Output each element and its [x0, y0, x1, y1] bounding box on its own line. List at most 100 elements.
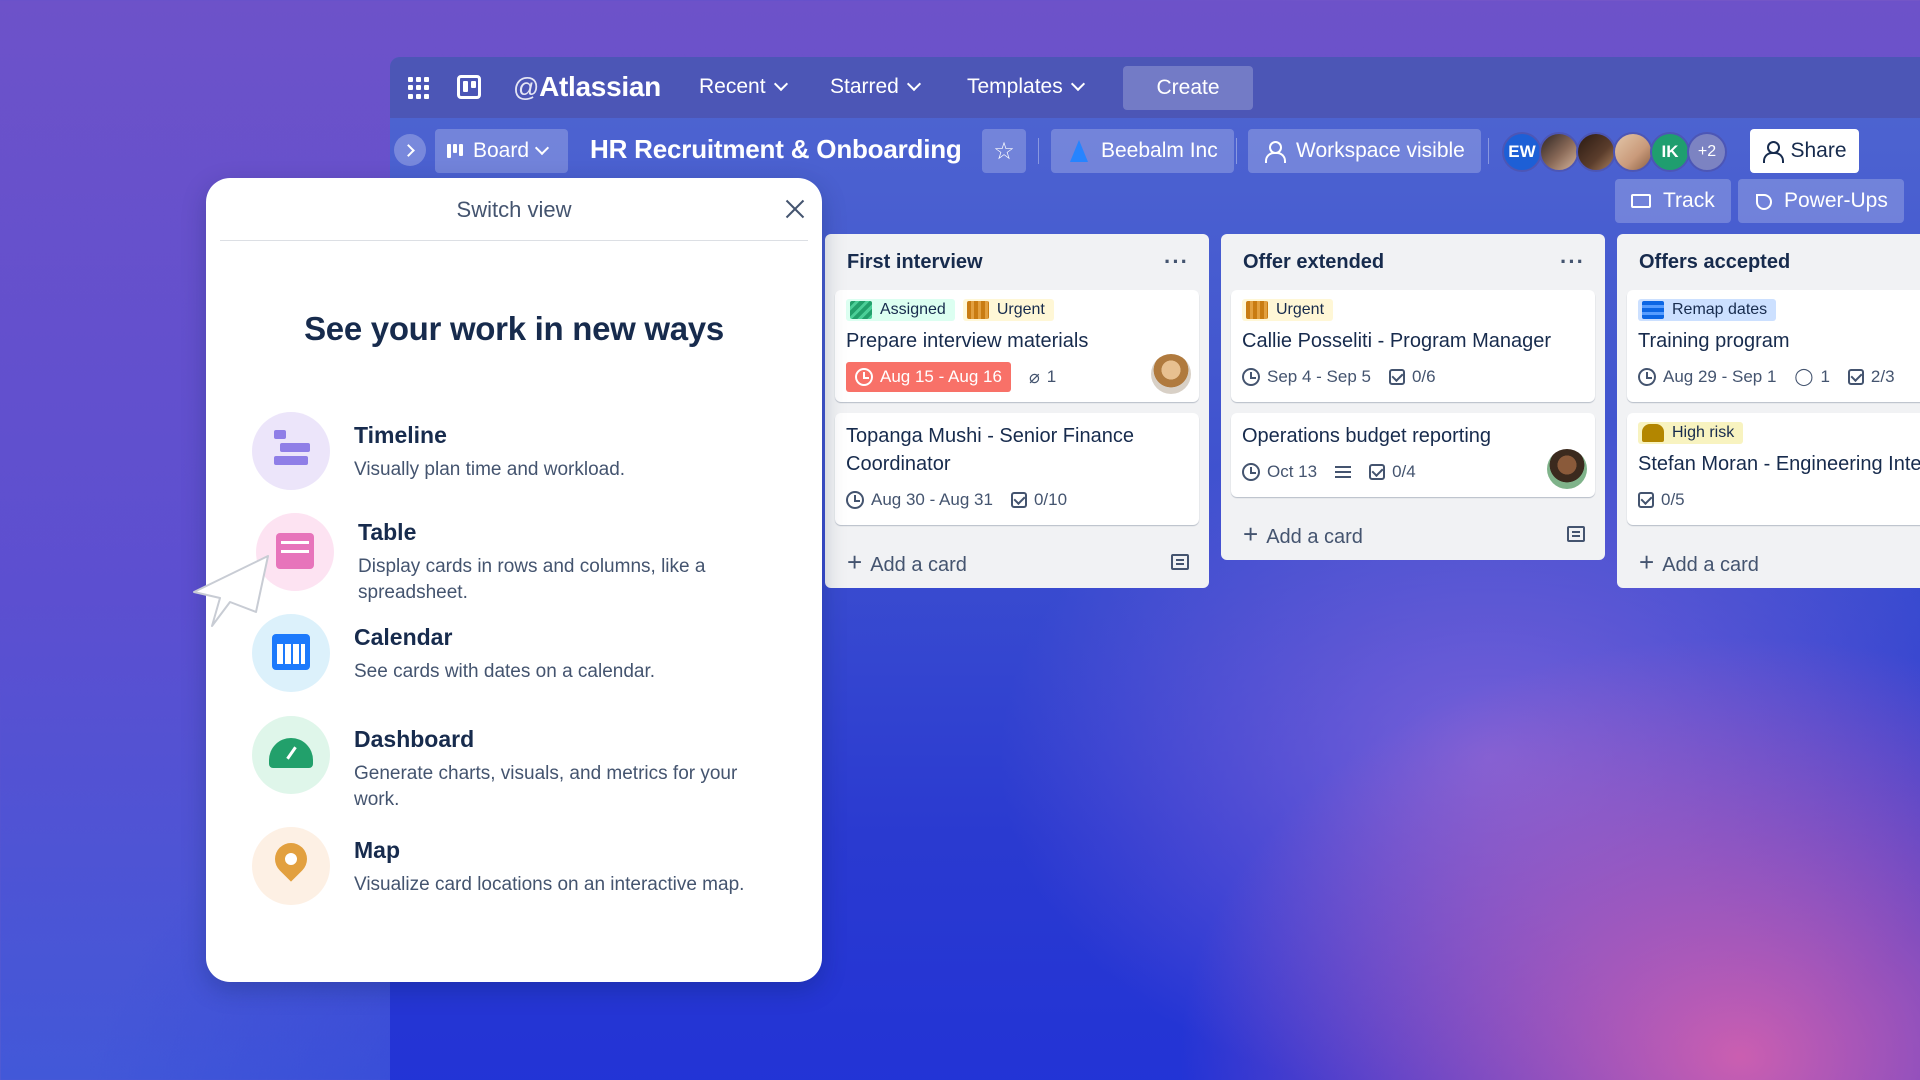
card[interactable]: High risk Stefan Moran - Engineering Int… [1627, 413, 1920, 525]
avatar[interactable]: EW [1502, 132, 1542, 172]
view-option-calendar[interactable]: Calendar See cards with dates on a calen… [252, 614, 782, 692]
member-avatars[interactable]: EW IK +2 [1502, 132, 1727, 172]
due-date: Aug 15 - Aug 16 [880, 367, 1002, 386]
card[interactable]: Topanga Mushi - Senior Finance Coordinat… [835, 413, 1199, 525]
card-title: Stefan Moran - Engineering Intern [1638, 453, 1920, 475]
checklist-icon [1388, 369, 1405, 385]
card-title: Callie Posseliti - Program Manager [1242, 330, 1552, 352]
dates-badge: Aug 30 - Aug 31 [846, 490, 993, 510]
view-option-timeline[interactable]: Timeline Visually plan time and workload… [252, 412, 782, 490]
view-name: Map [354, 837, 400, 863]
clock-icon [1242, 368, 1260, 386]
card-badges: Oct 13 0/4 [1242, 458, 1584, 486]
power-ups-button[interactable]: Power-Ups [1738, 179, 1904, 223]
label-pattern-icon [1642, 301, 1664, 319]
list-offer-extended: Offer extended ··· Urgent Callie Posseli… [1221, 234, 1605, 560]
checklist-count: 2/3 [1870, 367, 1895, 386]
card-badges: Sep 4 - Sep 5 0/6 [1242, 363, 1584, 391]
list-header: Offers accepted [1627, 234, 1920, 290]
card-template-icon[interactable] [1567, 526, 1585, 542]
checklist-badge: 0/5 [1638, 490, 1685, 510]
board-view-button[interactable]: Board [435, 129, 568, 173]
clock-icon [846, 491, 864, 509]
panel-header: Switch view [206, 178, 822, 242]
share-button[interactable]: Share [1750, 129, 1859, 173]
card-badges: Aug 15 - Aug 16 ⌀ 1 [846, 362, 1188, 392]
member-avatar[interactable] [1547, 449, 1587, 489]
checklist-badge: 2/3 [1847, 367, 1895, 387]
chevron-right-icon [402, 143, 415, 157]
card-title: Prepare interview materials [846, 330, 1089, 352]
plus-icon: + [1243, 518, 1259, 549]
menu-templates[interactable]: Templates [967, 75, 1085, 99]
card-title: Training program [1638, 330, 1790, 352]
star-board-button[interactable]: ☆ [982, 129, 1026, 173]
list-header: First interview ··· [835, 234, 1199, 290]
card-template-icon[interactable] [1171, 554, 1189, 570]
card[interactable]: Operations budget reporting Oct 13 0/4 [1231, 413, 1595, 497]
view-name: Table [358, 519, 417, 545]
board-title[interactable]: HR Recruitment & Onboarding [590, 134, 962, 165]
checklist-count: 0/5 [1661, 490, 1685, 509]
view-option-dashboard[interactable]: Dashboard Generate charts, visuals, and … [252, 716, 782, 813]
header-divider [1236, 138, 1237, 164]
more-members-badge[interactable]: +2 [1687, 132, 1727, 172]
menu-recent-label: Recent [699, 75, 766, 98]
label-high-risk[interactable]: High risk [1638, 422, 1744, 444]
track-button[interactable]: Track [1615, 179, 1731, 223]
plus-icon: + [847, 546, 863, 577]
label-urgent[interactable]: Urgent [962, 299, 1054, 321]
more-icon[interactable]: ··· [1560, 249, 1585, 275]
card-badges: Aug 29 - Sep 1 ◯ 1 2/3 [1638, 363, 1920, 391]
app-switcher-icon[interactable] [408, 77, 430, 99]
comments-badge: ◯ 1 [1794, 367, 1830, 387]
attachment-count: 1 [1046, 367, 1057, 386]
trello-logo-icon[interactable] [457, 75, 481, 99]
view-option-map[interactable]: Map Visualize card locations on an inter… [252, 827, 782, 905]
expand-sidebar-button[interactable] [394, 134, 426, 166]
track-label: Track [1663, 189, 1715, 212]
card[interactable]: Remap dates Training program Aug 29 - Se… [1627, 290, 1920, 402]
create-button[interactable]: Create [1123, 66, 1253, 110]
menu-recent[interactable]: Recent [699, 75, 788, 99]
due-date-badge[interactable]: Aug 15 - Aug 16 [846, 362, 1011, 392]
member-avatar[interactable] [1151, 354, 1191, 394]
label-remap-dates[interactable]: Remap dates [1638, 299, 1777, 321]
avatar[interactable] [1576, 132, 1616, 172]
card[interactable]: Urgent Callie Posseliti - Program Manage… [1231, 290, 1595, 402]
visibility-icon [1264, 141, 1286, 163]
list-title[interactable]: Offers accepted [1639, 251, 1790, 274]
view-option-table[interactable]: Table Display cards in rows and columns,… [256, 513, 782, 606]
add-card-button[interactable]: + Add a card [1243, 519, 1363, 550]
label-pattern-icon [1246, 301, 1268, 319]
brand-at: @ [513, 72, 540, 102]
avatar[interactable] [1539, 132, 1579, 172]
description-icon [1335, 466, 1352, 478]
more-icon[interactable]: ··· [1164, 249, 1189, 275]
add-card-button[interactable]: + Add a card [847, 547, 967, 578]
workspace-button[interactable]: Beebalm Inc [1051, 129, 1234, 173]
label-assigned[interactable]: Assigned [846, 299, 955, 321]
checklist-badge: 0/4 [1369, 462, 1416, 482]
card-badges: Aug 30 - Aug 31 0/10 [846, 486, 1188, 514]
list-title[interactable]: Offer extended [1243, 251, 1384, 274]
close-icon[interactable] [782, 196, 808, 222]
add-card-button[interactable]: + Add a card [1639, 547, 1759, 578]
card-labels: High risk [1638, 422, 1920, 444]
view-description: Display cards in rows and columns, like … [358, 556, 706, 603]
card[interactable]: Assigned Urgent Prepare interview materi… [835, 290, 1199, 402]
add-card-label: Add a card [870, 553, 967, 576]
checklist-count: 0/6 [1411, 367, 1436, 386]
visibility-button[interactable]: Workspace visible [1248, 129, 1481, 173]
label-text: Assigned [880, 301, 946, 318]
label-urgent[interactable]: Urgent [1242, 299, 1334, 321]
paperclip-icon: ⌀ [1028, 366, 1040, 387]
add-person-icon [1762, 141, 1785, 163]
board-icon [447, 144, 465, 158]
add-card-row: + Add a card [1627, 536, 1920, 588]
list-title[interactable]: First interview [847, 251, 983, 274]
workspace-brand[interactable]: @Atlassian [513, 71, 661, 103]
menu-starred[interactable]: Starred [830, 75, 921, 99]
avatar[interactable] [1613, 132, 1653, 172]
avatar[interactable]: IK [1650, 132, 1690, 172]
